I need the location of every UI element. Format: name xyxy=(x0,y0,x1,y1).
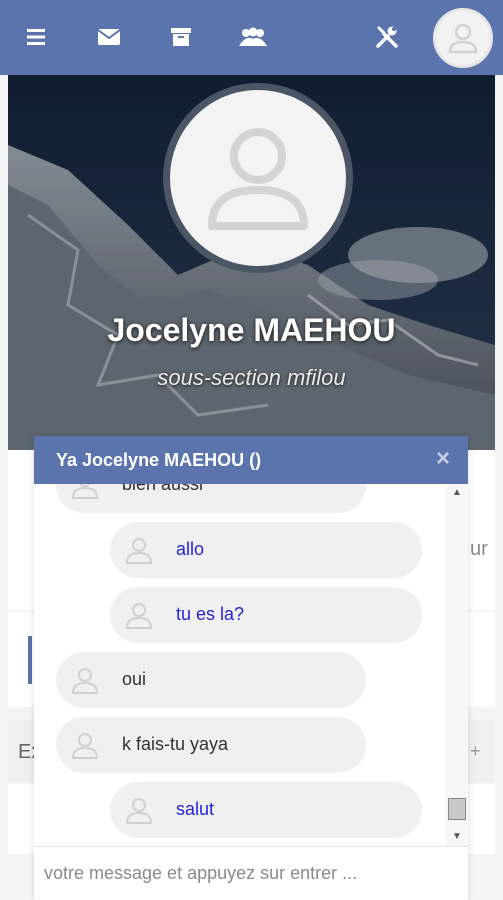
user-silhouette-icon xyxy=(71,733,99,759)
chat-message: allo xyxy=(110,522,422,578)
chat-message-text: oui xyxy=(122,669,147,689)
chat-message-text: bien aussi xyxy=(122,484,204,494)
background-accent-bar xyxy=(28,636,32,684)
background-text-fragment: ur xyxy=(470,538,488,560)
chat-message: bien aussi xyxy=(56,484,366,513)
chat-scrollbar[interactable]: ▲ ▼ xyxy=(446,484,468,846)
user-avatar[interactable] xyxy=(433,8,493,68)
chat-messages: bien aussi allo tu es la? oui k fais-tu … xyxy=(34,484,446,846)
profile-picture[interactable] xyxy=(163,83,353,273)
chat-message-text: tu es la? xyxy=(176,604,245,624)
menu-icon[interactable] xyxy=(22,22,52,52)
chat-message: salut xyxy=(110,782,422,838)
profile-name: Jocelyne MAEHOU xyxy=(107,312,396,348)
tools-icon[interactable] xyxy=(372,22,402,52)
archive-icon[interactable] xyxy=(166,22,196,52)
chat-title: Ya Jocelyne MAEHOU () xyxy=(56,450,262,470)
user-silhouette-icon xyxy=(448,23,478,54)
profile-subtitle: sous-section mfilou xyxy=(157,365,346,390)
group-icon[interactable] xyxy=(238,22,268,52)
user-silhouette-icon xyxy=(125,538,153,564)
scroll-up-arrow-icon[interactable]: ▲ xyxy=(446,484,468,502)
scrollbar-thumb[interactable] xyxy=(448,798,466,820)
chat-message: k fais-tu yaya xyxy=(56,717,366,773)
page: Jocelyne MAEHOU sous-section mfilou ur E… xyxy=(0,0,503,900)
background-plus-icon: + xyxy=(470,741,481,761)
chat-message-input[interactable] xyxy=(34,846,468,900)
chat-window: Ya Jocelyne MAEHOU () × bien aussi allo … xyxy=(34,436,468,900)
user-silhouette-icon xyxy=(125,798,153,824)
close-icon[interactable]: × xyxy=(432,447,454,471)
profile-cover: Jocelyne MAEHOU sous-section mfilou xyxy=(8,75,495,450)
chat-message-text: k fais-tu yaya xyxy=(122,734,229,754)
mail-icon[interactable] xyxy=(94,22,124,52)
chat-header[interactable]: Ya Jocelyne MAEHOU () × xyxy=(34,436,468,484)
chat-message-text: salut xyxy=(176,799,215,819)
top-navigation-bar xyxy=(0,0,503,75)
user-silhouette-icon xyxy=(71,484,99,499)
user-silhouette-icon xyxy=(71,668,99,694)
user-silhouette-icon xyxy=(208,128,308,230)
chat-message: oui xyxy=(56,652,366,708)
chat-message-text: allo xyxy=(176,539,205,559)
user-silhouette-icon xyxy=(125,603,153,629)
scroll-down-arrow-icon[interactable]: ▼ xyxy=(446,828,468,846)
chat-message: tu es la? xyxy=(110,587,422,643)
